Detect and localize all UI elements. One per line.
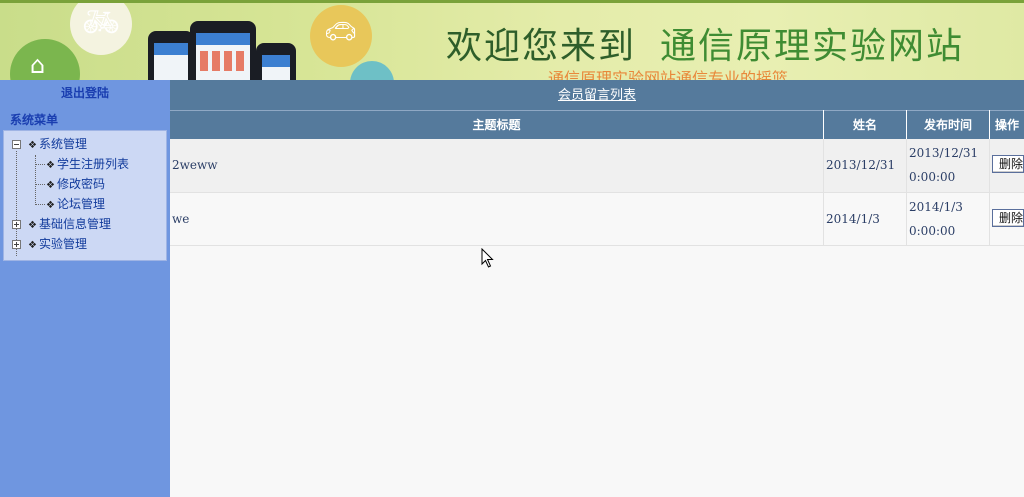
column-header-title: 主题标题 xyxy=(170,110,825,139)
banner-title-welcome: 欢迎您来到 xyxy=(446,26,637,67)
tree-item-student-registrations[interactable]: ❖ 学生注册列表 xyxy=(46,155,129,173)
column-header-name: 姓名 xyxy=(823,110,907,139)
tree-item-basic-info[interactable]: ❖ 基础信息管理 xyxy=(28,215,111,233)
house-icon: ⌂ xyxy=(30,51,46,79)
mouse-cursor-icon xyxy=(481,248,494,268)
cell-time-date: 2013/12/31 xyxy=(909,146,979,161)
cell-name: 2014/1/3 xyxy=(823,192,907,246)
expand-toggle[interactable] xyxy=(12,240,21,249)
banner-circle xyxy=(350,61,394,80)
delete-button[interactable]: 删除 xyxy=(991,154,1024,173)
tree-item-experiment-management[interactable]: ❖ 实验管理 xyxy=(28,235,87,253)
cell-name: 2013/12/31 xyxy=(823,138,907,193)
banner-title-site: 通信原理实验网站 xyxy=(660,26,965,67)
tree-item-change-password[interactable]: ❖ 修改密码 xyxy=(46,175,105,193)
message-table: 主题标题 姓名 发布时间 操作 2weww 2013/12/31 2013/12… xyxy=(170,110,1024,246)
table-header-row: 主题标题 姓名 发布时间 操作 xyxy=(170,110,1024,139)
diamond-icon: ❖ xyxy=(28,140,37,151)
cell-title: 2weww xyxy=(170,138,825,193)
diamond-icon: ❖ xyxy=(28,240,37,251)
page-title-bar: 会员留言列表 xyxy=(170,80,1024,110)
delete-button[interactable]: 删除 xyxy=(991,208,1024,227)
column-header-action: 操作 xyxy=(989,110,1024,139)
main-content: 会员留言列表 主题标题 姓名 发布时间 操作 2weww 2013/12/31 … xyxy=(170,80,1024,497)
cell-action: 删除 xyxy=(989,192,1024,246)
bicycle-icon: 🚲︎ xyxy=(82,5,121,40)
tree-connector xyxy=(35,155,36,205)
tree-item-label: 系统管理 xyxy=(38,137,87,151)
diamond-icon: ❖ xyxy=(46,160,55,171)
cell-time: 2013/12/31 0:00:00 xyxy=(906,138,990,193)
car-icon: 🚗︎ xyxy=(324,17,358,47)
tree-connector xyxy=(35,164,45,165)
banner-subtitle: 通信原理实验网站通信专业的摇篮 xyxy=(548,69,789,80)
cell-action: 删除 xyxy=(989,138,1024,193)
cell-time-clock: 0:00:00 xyxy=(909,224,956,238)
table-row: we 2014/1/3 2014/1/3 0:00:00 删除 xyxy=(170,192,1024,246)
tree-item-label: 基础信息管理 xyxy=(38,217,111,231)
phone-illustration xyxy=(256,43,296,80)
tree-item-label: 论坛管理 xyxy=(56,197,105,211)
cell-title: we xyxy=(170,192,825,246)
column-header-time: 发布时间 xyxy=(906,110,990,139)
tree-item-label: 实验管理 xyxy=(38,237,87,251)
logout-link[interactable]: 退出登陆 xyxy=(0,84,170,101)
expand-toggle[interactable] xyxy=(12,220,21,229)
tree-item-forum-management[interactable]: ❖ 论坛管理 xyxy=(46,195,105,213)
phone-illustration xyxy=(190,21,256,80)
tree-item-label: 修改密码 xyxy=(56,177,105,191)
menu-tree: ❖ 系统管理 ❖ 学生注册列表 ❖ 修改密码 ❖ 论坛管理 ❖ 基础信息管理 ❖ 实验管理 xyxy=(3,130,167,261)
diamond-icon: ❖ xyxy=(28,220,37,231)
cell-time-clock: 0:00:00 xyxy=(909,170,956,185)
page-title[interactable]: 会员留言列表 xyxy=(558,88,636,103)
diamond-icon: ❖ xyxy=(46,180,55,191)
tree-connector xyxy=(35,204,45,205)
site-banner: 🚲︎ 🚗︎ ⌂ 欢迎您来到 通信原理实验网站 通信原理实验网站通信专业的摇篮 xyxy=(0,0,1024,80)
sidebar: 退出登陆 系统菜单 ❖ 系统管理 ❖ 学生注册列表 ❖ 修改密码 ❖ 论坛管理 ❖ 基础信… xyxy=(0,80,170,497)
collapse-toggle[interactable] xyxy=(12,140,21,149)
phone-illustration xyxy=(148,31,194,80)
cell-time-date: 2014/1/3 xyxy=(909,200,963,214)
menu-title: 系统菜单 xyxy=(10,113,59,127)
tree-item-label: 学生注册列表 xyxy=(56,157,129,171)
table-row: 2weww 2013/12/31 2013/12/31 0:00:00 删除 xyxy=(170,138,1024,193)
diamond-icon: ❖ xyxy=(46,200,55,211)
cell-time: 2014/1/3 0:00:00 xyxy=(906,192,990,246)
tree-connector xyxy=(35,184,45,185)
banner-title: 欢迎您来到 通信原理实验网站 xyxy=(446,17,964,69)
tree-item-system-management[interactable]: ❖ 系统管理 xyxy=(28,135,87,153)
